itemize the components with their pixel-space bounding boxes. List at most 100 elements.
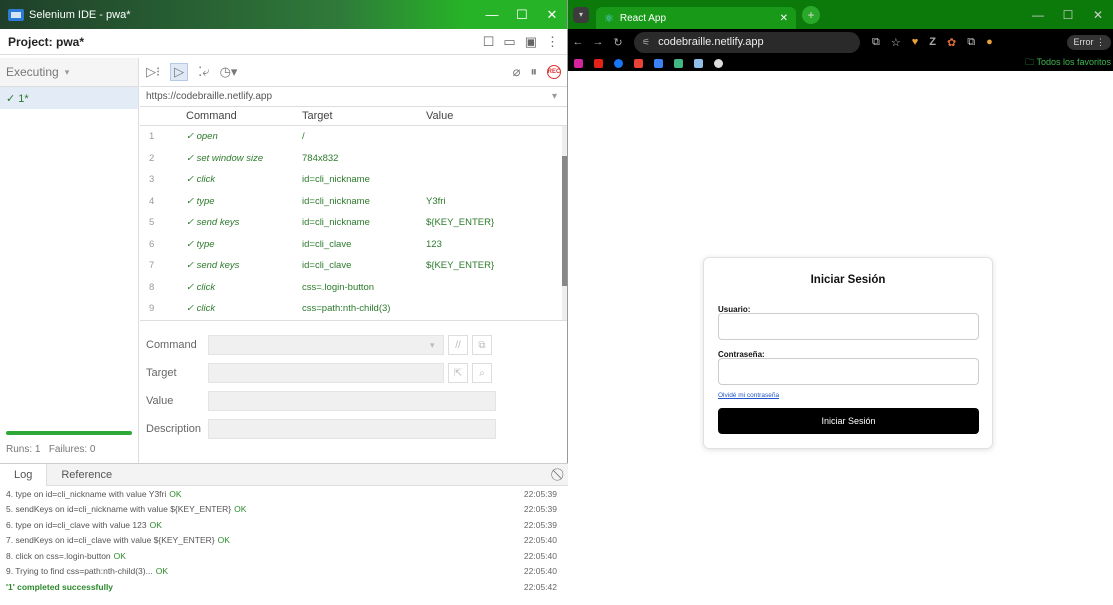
row-target: id=cli_clave xyxy=(302,238,352,250)
ide-titlebar[interactable]: Selenium IDE - pwa* — ☐ ✕ xyxy=(0,0,567,29)
minimize-icon[interactable]: — xyxy=(1023,0,1053,29)
step-over-icon[interactable]: ⁚⤶ xyxy=(198,64,209,80)
speed-icon[interactable]: ◷▾ xyxy=(220,64,238,80)
toggle-comment-icon[interactable]: // xyxy=(448,335,468,355)
column-command: Command xyxy=(186,110,237,122)
bookmark-icon[interactable] xyxy=(694,58,703,68)
table-row[interactable]: 3 ✓ click id=cli_nickname xyxy=(140,169,567,191)
forgot-password-link[interactable]: Olvidé mi contraseña xyxy=(718,392,779,399)
instagram-icon[interactable] xyxy=(574,58,583,68)
log-text: 4. type on id=cli_nickname with value Y3… xyxy=(6,488,167,499)
table-row[interactable]: 6 ✓ type id=cli_clave 123 xyxy=(140,234,567,256)
maximize-icon[interactable]: ☐ xyxy=(1053,0,1083,29)
row-command: ✓ click xyxy=(186,281,216,293)
error-button[interactable]: Error ⋮ xyxy=(1067,34,1111,50)
extension-z-icon[interactable]: Z xyxy=(929,36,936,48)
table-row[interactable]: 9 ✓ click css=path:nth-child(3) xyxy=(140,298,567,320)
tab-reference[interactable]: Reference xyxy=(47,464,126,486)
error-label: Error xyxy=(1073,36,1094,47)
log-time: 22:05:39 xyxy=(523,519,557,530)
scrollbar-thumb[interactable] xyxy=(562,156,567,286)
bookmark-star-icon[interactable]: ☆ xyxy=(891,36,901,49)
log-time: 22:05:40 xyxy=(523,566,557,577)
test-editor-panel: ▷⁝ ▷ ⁚⤶ ◷▾ ⌀ ⏸ REC https://codebraille.n… xyxy=(140,58,567,463)
vue-icon[interactable] xyxy=(674,58,683,68)
table-row[interactable]: 8 ✓ click css=.login-button xyxy=(140,277,567,299)
executing-dropdown[interactable]: Executing ▾ xyxy=(0,58,138,87)
new-tab-icon[interactable]: + xyxy=(802,5,820,24)
forward-icon[interactable]: → xyxy=(588,36,608,48)
selenium-app-icon xyxy=(8,8,24,21)
description-field[interactable] xyxy=(208,419,496,439)
log-entry: 8. click on css=.login-button OK 22:05:40 xyxy=(0,548,568,564)
address-bar[interactable]: ⚟ codebraille.netlify.app xyxy=(634,31,860,53)
find-target-icon[interactable]: ⌕ xyxy=(472,363,492,383)
row-target: css=path:nth-child(3) xyxy=(302,303,391,315)
password-input[interactable] xyxy=(718,358,979,385)
table-row[interactable]: 7 ✓ send keys id=cli_clave ${KEY_ENTER} xyxy=(140,255,567,277)
close-icon[interactable]: ✕ xyxy=(1083,0,1113,29)
extensions-puzzle-icon[interactable]: ⧉ xyxy=(967,36,975,49)
run-all-tests-icon[interactable]: ▷⁝ xyxy=(146,64,160,80)
youtube-icon[interactable] xyxy=(594,58,603,68)
row-number: 2 xyxy=(149,152,155,164)
gmail-icon[interactable] xyxy=(634,58,643,68)
tab-log[interactable]: Log xyxy=(0,463,48,486)
install-app-icon[interactable]: ⧉ xyxy=(872,36,880,49)
disable-breakpoints-icon[interactable]: ⌀ xyxy=(513,64,521,80)
back-icon[interactable]: ← xyxy=(568,36,588,48)
new-project-icon[interactable]: ☐ xyxy=(483,34,495,50)
log-status: OK xyxy=(169,488,182,499)
table-row[interactable]: 2 ✓ set window size 784x832 xyxy=(140,148,567,170)
profile-avatar[interactable]: ● xyxy=(986,36,993,48)
close-icon[interactable]: ✕ xyxy=(537,0,567,29)
username-input[interactable] xyxy=(718,313,979,340)
log-entry: 6. type on id=cli_clave with value 123 OK… xyxy=(0,517,568,533)
browser-toolbar: ← → ↻ ⚟ codebraille.netlify.app ⧉ ☆ ♥ Z … xyxy=(568,29,1113,55)
clear-log-icon[interactable]: ⃠ xyxy=(560,467,568,482)
extension-icon[interactable]: ✿ xyxy=(947,36,956,49)
value-field[interactable] xyxy=(208,391,496,411)
open-project-icon[interactable]: ▭ xyxy=(503,34,515,50)
run-toolbar: ▷⁝ ▷ ⁚⤶ ◷▾ ⌀ ⏸ REC xyxy=(140,58,567,87)
run-stats: Runs: 1 Failures: 0 xyxy=(6,444,96,455)
log-time: 22:05:39 xyxy=(523,488,557,499)
row-command: ✓ set window size xyxy=(186,152,264,164)
run-current-test-icon[interactable]: ▷ xyxy=(170,63,189,81)
reload-icon[interactable]: ↻ xyxy=(608,36,628,49)
table-row[interactable]: 1 ✓ open / xyxy=(140,126,567,148)
tab-search-icon[interactable]: ▾ xyxy=(573,6,589,23)
facebook-icon[interactable] xyxy=(614,58,623,68)
all-bookmarks-folder[interactable]: 🗀 Todos los favoritos xyxy=(1025,55,1113,71)
browser-tab[interactable]: ⚛ React App ✕ xyxy=(596,7,796,29)
base-url-input[interactable]: https://codebraille.netlify.app ▾ xyxy=(140,87,567,107)
table-row[interactable]: 5 ✓ send keys id=cli_nickname ${KEY_ENTER} xyxy=(140,212,567,234)
chevron-down-icon[interactable]: ▾ xyxy=(552,91,567,102)
log-text: 7. sendKeys on id=cli_clave with value $… xyxy=(6,535,215,546)
selenium-ide-window: Selenium IDE - pwa* — ☐ ✕ Project: pwa* … xyxy=(0,0,568,605)
suite-panel: Executing ▾ ✓ 1* Runs: 1 Failures: 0 xyxy=(0,58,139,463)
target-field[interactable] xyxy=(208,363,444,383)
base-url-value: https://codebraille.netlify.app xyxy=(146,91,273,102)
more-menu-icon[interactable]: ⋮ xyxy=(546,34,559,50)
bookmark-icon[interactable] xyxy=(654,58,663,68)
select-target-icon[interactable]: ⇱ xyxy=(448,363,468,383)
table-row[interactable]: 4 ✓ type id=cli_nickname Y3fri xyxy=(140,191,567,213)
test-item[interactable]: ✓ 1* xyxy=(0,87,138,109)
pause-on-exception-icon[interactable]: ⏸ xyxy=(531,64,538,80)
open-reference-icon[interactable]: ⧉ xyxy=(472,335,492,355)
maximize-icon[interactable]: ☐ xyxy=(507,0,537,29)
extension-icon[interactable]: ♥ xyxy=(912,36,919,48)
log-text: 8. click on css=.login-button xyxy=(6,550,111,561)
save-project-icon[interactable]: ▣ xyxy=(525,34,537,50)
minimize-icon[interactable]: — xyxy=(477,0,507,29)
command-table-scrollbar[interactable] xyxy=(562,126,567,320)
command-field[interactable] xyxy=(208,335,444,355)
chevron-down-icon[interactable]: ▾ xyxy=(430,340,444,351)
login-button[interactable]: Iniciar Sesión xyxy=(718,408,979,434)
record-icon[interactable]: REC xyxy=(547,65,561,79)
close-tab-icon[interactable]: ✕ xyxy=(780,13,796,24)
github-icon[interactable] xyxy=(714,58,723,68)
site-info-icon[interactable]: ⚟ xyxy=(642,37,650,48)
log-status: OK xyxy=(149,519,162,530)
